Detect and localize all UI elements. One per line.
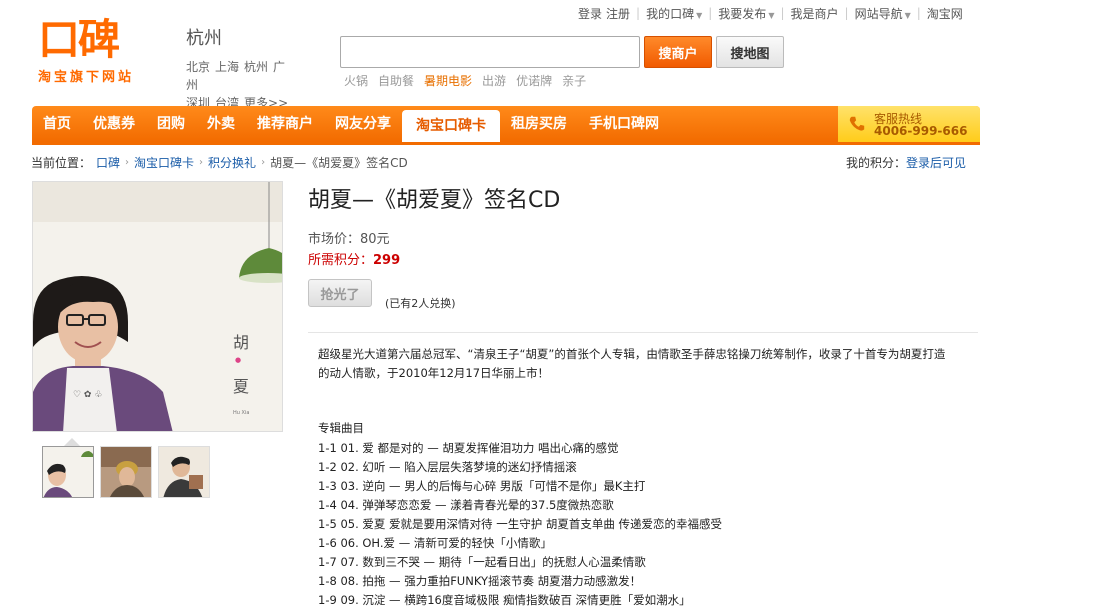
track-item: 1-4 04. 弹弹琴恋恋爱 — 漾着青春光晕的37.5度微热恋歌 [318, 498, 614, 512]
nav-underline [32, 142, 980, 145]
required-points: 所需积分：299 [308, 249, 400, 268]
site-logo[interactable]: 口碑 淘宝旗下网站 [38, 18, 174, 88]
nav-item-home[interactable]: 首页 [32, 106, 82, 142]
track-item: 1-5 05. 爱夏 爱就是要用深情对待 一生守护 胡夏首支单曲 传递爱恋的幸福… [318, 517, 723, 531]
market-price-value: 80元 [360, 232, 390, 247]
search-merchant-button[interactable]: 搜商户 [644, 36, 712, 68]
city-link[interactable]: 杭州 [244, 60, 268, 74]
site-nav-menu[interactable]: 网站导航 ▼ [849, 5, 917, 22]
track-item: 1-9 09. 沉淀 — 横跨16度音域极限 痴情指数破百 深情更胜「爱如潮水」 [318, 593, 691, 607]
logo-tagline: 淘宝旗下网站 [38, 70, 135, 85]
my-points: 我的积分：登录后可见 [846, 154, 966, 171]
nav-item-recommended[interactable]: 推荐商户 [246, 106, 324, 142]
product-image: ♡ ✿ ♧ 胡 ● 夏 Hu Xia [32, 181, 283, 432]
breadcrumb-link[interactable]: 口碑 [96, 154, 120, 171]
city-link[interactable]: 上海 [215, 60, 239, 74]
album-cover-illustration: ♡ ✿ ♧ 胡 ● 夏 Hu Xia [33, 182, 282, 431]
taobao-link[interactable]: 淘宝网 [921, 5, 969, 22]
top-utility-bar: 登录 注册 | 我的口碑 ▼ | 我要发布 ▼ | 我是商户 | 网站导航 ▼ | 淘… [572, 5, 969, 21]
track-item: 1-1 01. 爱 都是对的 — 胡夏发挥催泪功力 唱出心痛的感觉 [318, 441, 619, 455]
hot-keyword[interactable]: 火锅 [344, 72, 368, 89]
thumbnail-image [101, 447, 151, 497]
track-item: 1-2 02. 幻听 — 陷入层层失落梦境的迷幻抒情摇滚 [318, 460, 577, 474]
register-link[interactable]: 注册 [604, 5, 636, 22]
thumbnail-image [43, 447, 93, 497]
exchange-count: (已有2人兑换) [385, 297, 456, 310]
search-input[interactable] [340, 36, 640, 68]
hot-keyword[interactable]: 自助餐 [378, 72, 414, 89]
main-nav: 首页 优惠券 团购 外卖 推荐商户 网友分享 淘宝口碑卡 租房买房 手机口碑网 … [32, 106, 980, 142]
thumbnail-pointer [64, 438, 80, 446]
search-map-button[interactable]: 搜地图 [716, 36, 784, 68]
breadcrumb-link[interactable]: 淘宝口碑卡 [134, 154, 194, 171]
hot-keywords: 火锅 自助餐 暑期电影 出游 优诺牌 亲子 [344, 72, 586, 89]
track-item: 1-3 03. 逆向 — 男人的后悔与心碎 男版「可惜不是你」最K主打 [318, 479, 646, 493]
hot-keyword[interactable]: 暑期电影 [424, 72, 472, 89]
hotline-box: 客服热线 4006-999-666 [838, 106, 980, 142]
chevron-right-icon: › [199, 157, 204, 168]
thumbnail-strip [42, 446, 210, 498]
hot-keyword[interactable]: 出游 [482, 72, 506, 89]
current-city: 杭州 [186, 28, 222, 49]
chevron-down-icon: ▼ [696, 10, 703, 20]
nav-item-mobile[interactable]: 手机口碑网 [578, 106, 670, 142]
hot-keyword[interactable]: 优诺牌 [516, 72, 552, 89]
login-to-view-link[interactable]: 登录后可见 [906, 156, 966, 170]
section-divider [308, 332, 978, 333]
city-selector: 杭州 北京 上海 杭州 广州 深圳 台湾 更多>> [186, 24, 296, 112]
my-koubei-menu[interactable]: 我的口碑 ▼ [640, 5, 708, 22]
my-points-label: 我的积分： [846, 156, 907, 170]
publish-menu[interactable]: 我要发布 ▼ [712, 5, 780, 22]
logo-mark: 口碑 [38, 15, 120, 64]
hotline-number: 4006-999-666 [874, 124, 968, 138]
chevron-right-icon: › [125, 157, 130, 168]
breadcrumb: 当前位置： 口碑 › 淘宝口碑卡 › 积分换礼 › 胡夏—《胡爱夏》签名CD [31, 154, 408, 171]
track-item: 1-6 06. OH.爱 — 清新可爱的轻快「小情歌」 [318, 536, 552, 550]
tracklist: 1-1 01. 爱 都是对的 — 胡夏发挥催泪功力 唱出心痛的感觉 1-2 02… [318, 439, 722, 610]
breadcrumb-current: 胡夏—《胡爱夏》签名CD [270, 156, 408, 170]
sold-out-button[interactable]: 抢光了 [308, 279, 372, 307]
market-price-label: 市场价： [308, 232, 361, 247]
thumbnail[interactable] [158, 446, 210, 498]
my-koubei-label: 我的口碑 [646, 6, 695, 21]
thumbnail-image [159, 447, 209, 497]
hot-keyword[interactable]: 亲子 [562, 72, 586, 89]
city-list: 北京 上海 杭州 广州 深圳 台湾 更多>> [186, 58, 296, 112]
nav-item-share[interactable]: 网友分享 [324, 106, 402, 142]
cover-small-text: Hu Xia [233, 410, 249, 416]
tracklist-heading: 专辑曲目 [318, 421, 364, 435]
required-points-label: 所需积分： [308, 253, 374, 268]
svg-text:♡ ✿ ♧: ♡ ✿ ♧ [73, 390, 102, 400]
chevron-down-icon: ▼ [904, 10, 911, 20]
chevron-down-icon: ▼ [768, 10, 775, 20]
track-item: 1-7 07. 数到三不哭 — 期待「一起看日出」的抚慰人心温柔情歌 [318, 555, 646, 569]
nav-item-coupons[interactable]: 优惠券 [82, 106, 146, 142]
chevron-right-icon: › [261, 157, 266, 168]
publish-label: 我要发布 [718, 6, 767, 21]
thumbnail[interactable] [42, 446, 94, 498]
product-description: 超级星光大道第六届总冠军、“清泉王子“胡夏”的首张个人专辑，由情歌圣手薛忠铭操刀… [318, 347, 946, 380]
nav-item-takeout[interactable]: 外卖 [196, 106, 246, 142]
merchant-link[interactable]: 我是商户 [785, 5, 845, 22]
product-title: 胡夏—《胡爱夏》签名CD [308, 188, 561, 213]
phone-icon [849, 116, 865, 131]
city-link[interactable]: 北京 [186, 60, 210, 74]
svg-text:●: ● [235, 356, 241, 364]
market-price: 市场价：80元 [308, 228, 390, 247]
cover-text: 夏 [233, 377, 249, 396]
breadcrumb-link[interactable]: 积分换礼 [208, 154, 256, 171]
required-points-value: 299 [373, 253, 401, 268]
site-nav-label: 网站导航 [854, 6, 903, 21]
track-item: 1-8 08. 拍拖 — 强力重拍FUNKY摇滚节奏 胡夏潜力动感激发！ [318, 574, 642, 588]
thumbnail[interactable] [100, 446, 152, 498]
nav-item-groupbuy[interactable]: 团购 [146, 106, 196, 142]
nav-item-koubei-card[interactable]: 淘宝口碑卡 [402, 110, 500, 142]
search-bar: 搜商户 搜地图 [340, 36, 784, 68]
nav-item-housing[interactable]: 租房买房 [500, 106, 578, 142]
login-link[interactable]: 登录 [572, 5, 604, 22]
cover-text: 胡 [233, 333, 249, 352]
breadcrumb-prefix: 当前位置： [31, 156, 92, 170]
